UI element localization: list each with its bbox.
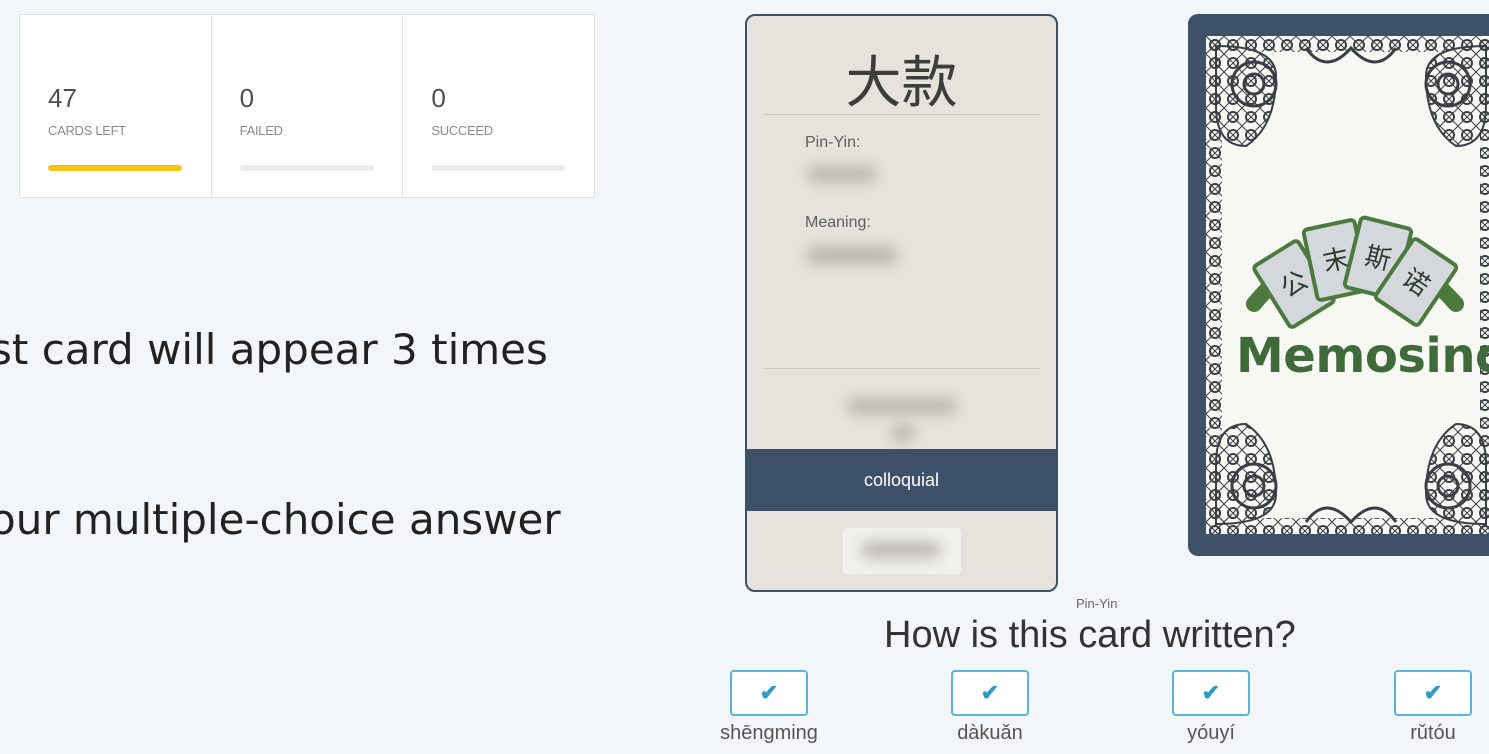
choice-label: rǔtóu [1410, 722, 1456, 744]
choice-label: dàkuǎn [957, 722, 1023, 744]
choice-button[interactable]: ✔ [1172, 670, 1250, 716]
cards-left-progress [48, 165, 182, 171]
question-text: How is this card written? [884, 614, 1296, 656]
cards-left-count: 47 [48, 83, 77, 113]
meaning-label: Meaning: [805, 214, 871, 231]
pinyin-label: Pin-Yin: [805, 134, 861, 151]
choice-label: shēngming [720, 722, 818, 744]
stat-cards-left: 47 CARDS LEFT [20, 15, 212, 197]
hidden-example-mark [892, 424, 914, 442]
card-divider [763, 368, 1040, 369]
choice-option[interactable]: ✔ rǔtóu [1383, 670, 1483, 745]
flashcard[interactable]: 大款 Pin-Yin: Meaning: colloquial [745, 14, 1058, 592]
choice-button[interactable]: ✔ [730, 670, 808, 716]
failed-progress [239, 165, 374, 171]
check-icon: ✔ [1201, 680, 1221, 705]
check-icon: ✔ [980, 680, 1000, 705]
question-hint: Pin-Yin [1076, 596, 1118, 611]
instruction-line-1: st card will appear 3 times [0, 325, 548, 374]
register-badge: colloquial [747, 449, 1056, 511]
choice-option[interactable]: ✔ yóuyí [1161, 670, 1261, 745]
memosino-logo: Memosino [1236, 328, 1489, 384]
failed-label: FAILED [239, 123, 283, 138]
stats-panel: 47 CARDS LEFT 0 FAILED 0 SUCCEED [19, 14, 595, 198]
succeed-count: 0 [431, 83, 446, 113]
choice-button[interactable]: ✔ [1394, 670, 1472, 716]
choice-option[interactable]: ✔ shēngming [719, 670, 819, 745]
deck-ornament-icon: 公 末 斯 诺 [1206, 36, 1489, 534]
hidden-pinyin [807, 166, 877, 182]
stat-failed: 0 FAILED [212, 15, 404, 197]
hidden-example [847, 398, 957, 414]
succeed-label: SUCCEED [431, 123, 493, 138]
stat-succeed: 0 SUCCEED [403, 15, 594, 197]
card-deck[interactable]: 公 末 斯 诺 Memosino [1188, 14, 1489, 556]
card-divider [763, 114, 1040, 115]
card-hanzi: 大款 [845, 51, 958, 116]
choice-option[interactable]: ✔ dàkuǎn [940, 670, 1040, 745]
choice-button[interactable]: ✔ [951, 670, 1029, 716]
check-icon: ✔ [759, 680, 779, 705]
hidden-meaning [807, 246, 897, 264]
succeed-progress [431, 165, 566, 171]
instruction-line-2: our multiple-choice answer [0, 495, 561, 544]
check-icon: ✔ [1423, 680, 1443, 705]
failed-count: 0 [239, 83, 255, 113]
cards-left-label: CARDS LEFT [48, 123, 126, 138]
choice-label: yóuyí [1187, 722, 1235, 744]
deck-artwork: 公 末 斯 诺 Memosino [1206, 36, 1489, 534]
hidden-audio-button[interactable] [843, 528, 961, 574]
